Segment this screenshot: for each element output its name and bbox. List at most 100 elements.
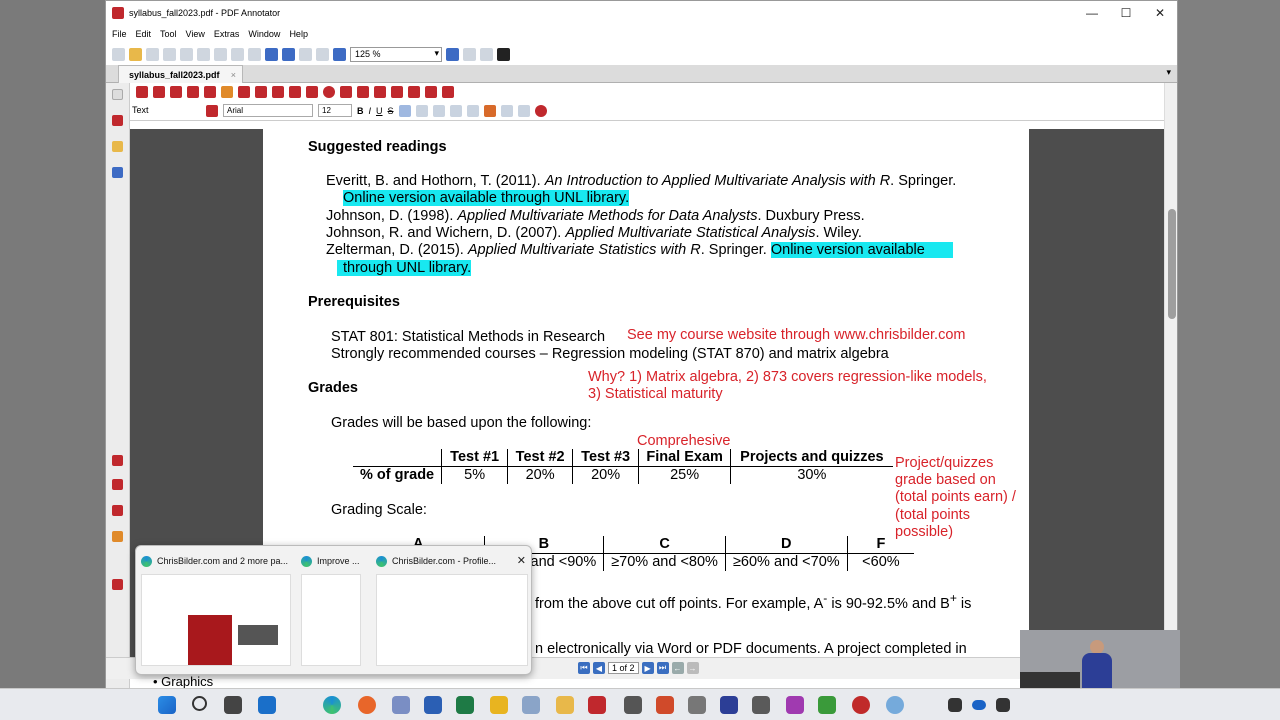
minimize-button[interactable]: — <box>1075 1 1109 25</box>
fit-page-icon[interactable] <box>463 47 476 61</box>
last-page-icon[interactable]: ⏭ <box>656 662 669 674</box>
app-icon-6[interactable] <box>786 696 804 714</box>
explorer-icon[interactable] <box>556 696 574 714</box>
edge-taskbar-icon[interactable] <box>323 696 341 714</box>
outlook-icon[interactable] <box>258 696 276 714</box>
next-page-icon[interactable]: ▶ <box>641 662 654 674</box>
pen-side-icon[interactable] <box>112 115 123 126</box>
ellipse-icon[interactable] <box>323 86 335 99</box>
save-as-icon[interactable] <box>163 47 176 61</box>
zoom-tool-icon[interactable] <box>187 86 199 99</box>
prev-page-icon[interactable]: ◀ <box>593 662 605 674</box>
app-icon-5[interactable] <box>752 696 770 714</box>
marker-icon[interactable] <box>112 479 123 490</box>
scroll-thumb[interactable] <box>1168 209 1176 319</box>
folder-icon[interactable] <box>112 141 123 152</box>
favorite-heart-icon[interactable] <box>112 455 123 466</box>
rectangle-icon[interactable] <box>306 86 318 99</box>
page-icon[interactable] <box>112 89 123 100</box>
menu-file[interactable]: File <box>112 29 127 39</box>
pdf-annotator-taskbar-icon[interactable] <box>588 696 606 714</box>
project-annotation-4[interactable]: (total points <box>895 507 970 524</box>
pencil-icon[interactable] <box>408 86 420 99</box>
menu-edit[interactable]: Edit <box>136 29 152 39</box>
border-width-icon[interactable] <box>466 104 479 117</box>
save-icon[interactable] <box>146 47 159 61</box>
delete-icon[interactable] <box>248 47 261 61</box>
app-icon-7[interactable] <box>818 696 836 714</box>
project-annotation-2[interactable]: grade based on <box>895 472 996 489</box>
project-annotation-1[interactable]: Project/quizzes <box>895 455 993 472</box>
image-icon[interactable] <box>425 86 437 99</box>
undo-icon[interactable] <box>265 47 278 61</box>
fit-width-icon[interactable] <box>480 47 493 61</box>
italic-button[interactable]: I <box>369 106 372 116</box>
select-arrow-icon[interactable] <box>136 86 148 99</box>
font-size-select[interactable]: 12 <box>318 104 352 118</box>
pen-style-icon[interactable] <box>534 104 547 117</box>
font-color-icon[interactable] <box>206 104 218 117</box>
settings-icon[interactable] <box>517 104 530 117</box>
vscode-like-icon[interactable] <box>490 696 508 714</box>
windows-start-icon[interactable] <box>158 696 176 714</box>
preview-card-2[interactable]: Improve ... <box>301 552 361 672</box>
app-icon-8[interactable] <box>852 696 870 714</box>
why-annotation-2[interactable]: 3) Statistical maturity <box>588 386 723 403</box>
highlighter-icon[interactable] <box>221 86 233 99</box>
menu-help[interactable]: Help <box>289 29 308 39</box>
project-annotation-3[interactable]: (total points earn) / <box>895 489 1016 506</box>
app-icon-4[interactable] <box>720 696 738 714</box>
r-icon[interactable] <box>392 696 410 714</box>
wifi-icon[interactable] <box>996 698 1010 712</box>
comment-icon[interactable] <box>357 86 369 99</box>
menu-view[interactable]: View <box>186 29 205 39</box>
website-annotation[interactable]: See my course website through www.chrisb… <box>627 327 965 344</box>
menu-tool[interactable]: Tool <box>160 29 177 39</box>
align-right-icon[interactable] <box>432 104 445 117</box>
zoom-out-icon[interactable] <box>333 47 346 61</box>
open-icon[interactable] <box>129 47 142 61</box>
back-icon[interactable]: ← <box>671 662 684 674</box>
copy-icon[interactable] <box>214 47 227 61</box>
forward-icon[interactable]: → <box>686 662 699 674</box>
eraser-icon[interactable] <box>170 86 182 99</box>
notepad-icon[interactable] <box>522 696 540 714</box>
maximize-button[interactable]: ☐ <box>1109 1 1143 25</box>
firefox-icon[interactable] <box>358 696 376 714</box>
tray-chevron-icon[interactable] <box>926 696 936 714</box>
rstudio-icon[interactable] <box>886 696 904 714</box>
vertical-scrollbar[interactable] <box>1164 83 1177 657</box>
camera-icon[interactable] <box>374 86 386 99</box>
underline-button[interactable]: U <box>376 106 383 116</box>
new-icon[interactable] <box>112 47 125 61</box>
search-icon[interactable] <box>192 696 207 711</box>
heart-icon[interactable] <box>442 86 454 99</box>
redo-icon[interactable] <box>282 47 295 61</box>
align-center-icon[interactable] <box>415 104 428 117</box>
bold-button[interactable]: B <box>357 106 364 116</box>
font-select[interactable]: Arial <box>223 104 313 118</box>
strike-button[interactable]: S <box>388 106 394 116</box>
close-button[interactable]: ✕ <box>1143 1 1177 25</box>
dropbox-icon[interactable] <box>948 698 962 712</box>
zoom-select[interactable]: 125 % <box>350 46 442 62</box>
fullscreen-icon[interactable] <box>497 47 510 61</box>
app-icon-2[interactable] <box>656 696 674 714</box>
page-setup-icon[interactable] <box>316 47 329 61</box>
arrow-side-icon[interactable] <box>112 579 123 590</box>
arrow-icon[interactable] <box>289 86 301 99</box>
highlighter-side-icon[interactable] <box>112 531 123 542</box>
attachment-icon[interactable] <box>112 167 123 178</box>
pen-icon[interactable] <box>204 86 216 99</box>
page-indicator[interactable]: 1 of 2 <box>608 662 639 674</box>
tab-close-icon[interactable]: × <box>231 70 236 80</box>
app-icon-3[interactable] <box>688 696 706 714</box>
align-left-icon[interactable] <box>398 104 411 117</box>
zoom-in-icon[interactable] <box>446 47 459 61</box>
preview-card-1[interactable]: ChrisBilder.com and 2 more pa... <box>141 552 291 672</box>
cut-icon[interactable] <box>197 47 210 61</box>
paste-icon[interactable] <box>231 47 244 61</box>
preview-card-3[interactable]: ChrisBilder.com - Profile... ✕ <box>376 552 528 672</box>
pencil-side-icon[interactable] <box>112 505 123 516</box>
tab-list-icon[interactable]: ▾ <box>1166 67 1171 78</box>
